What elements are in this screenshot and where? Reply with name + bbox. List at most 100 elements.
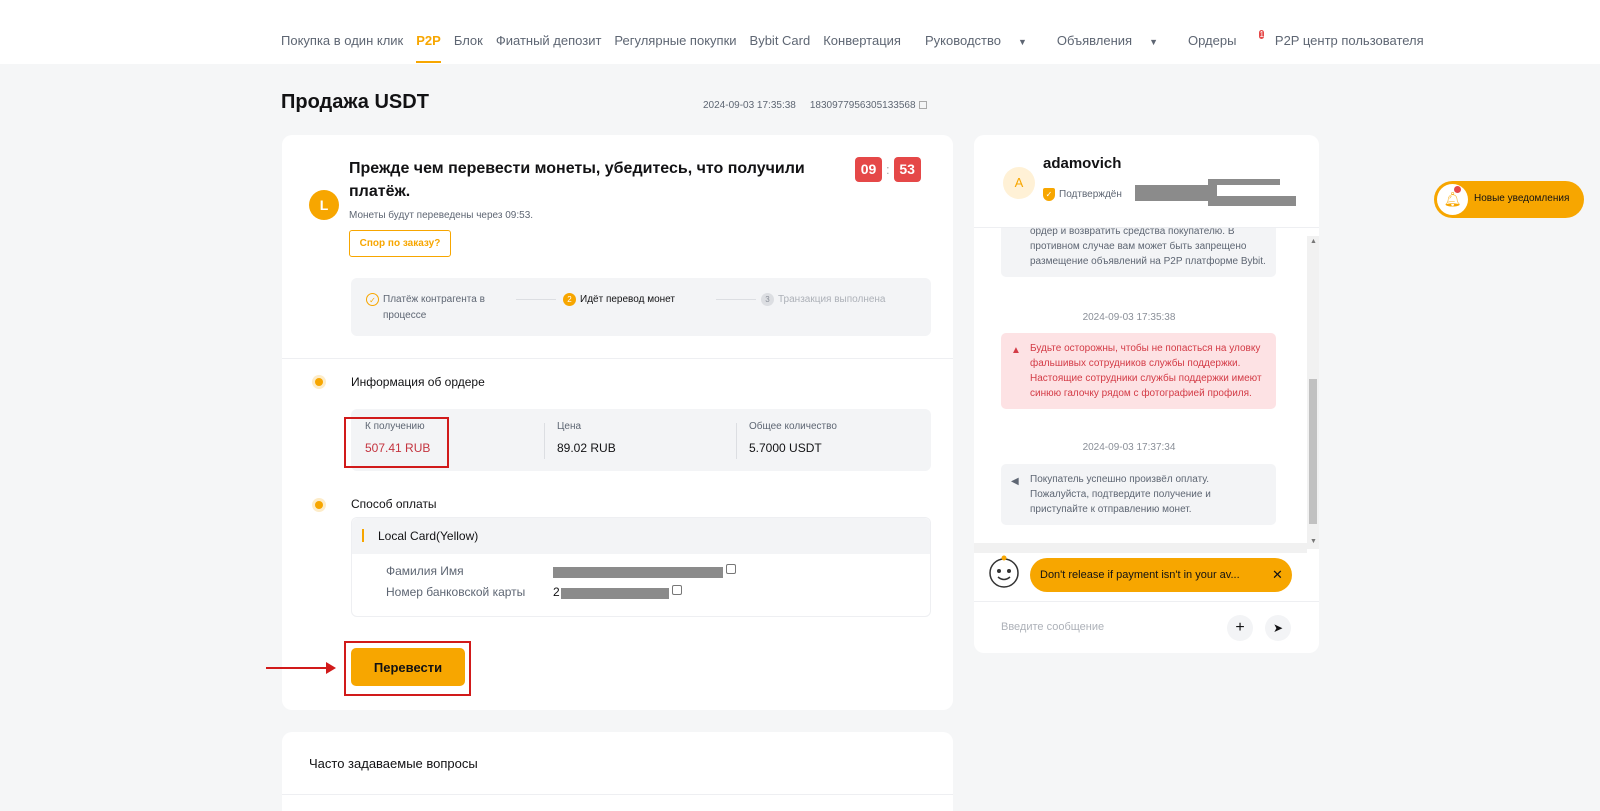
top-nav: Покупка в один клик P2P Блок Фиатный деп… [0, 0, 1600, 64]
faq-title: Часто задаваемые вопросы [309, 756, 478, 771]
system-message: ордер и возвратить средства покупателю. … [1001, 228, 1276, 277]
mascot-icon [989, 555, 1019, 588]
status-icon: L [309, 190, 339, 220]
progress-steps: ✓ Платёж контрагента в процессе 2 Идёт п… [351, 278, 931, 336]
attach-plus-button[interactable]: + [1227, 615, 1253, 641]
order-id: 1830977956305133568 [809, 100, 916, 111]
status-subline: Монеты будут переведены через 09:53. [349, 210, 534, 221]
nav-item-p2p[interactable]: P2P [416, 33, 441, 63]
order-datetime: 2024-09-03 17:35:38 [703, 100, 796, 111]
notification-dot [1454, 186, 1461, 193]
section-dot [315, 378, 323, 386]
info-divider [736, 423, 737, 459]
nav-right: Руководство ▼ Объявления ▼ Ордеры 1 P2P цен… [925, 30, 1439, 49]
scroll-thumb[interactable] [1309, 379, 1317, 524]
price-label: Цена [557, 421, 582, 432]
countdown-timer: 09 : 53 [855, 157, 921, 182]
order-info-title: Информация об ордере [351, 375, 485, 389]
message-text: Покупатель успешно произвёл оплату. Пожа… [1030, 474, 1211, 515]
caret-down-icon: ▼ [1149, 37, 1159, 47]
annotation-box-receive [344, 417, 449, 468]
close-icon[interactable]: ✕ [1272, 558, 1283, 592]
step-number-icon: 3 [761, 293, 774, 306]
timer-minutes: 09 [855, 157, 882, 182]
safety-tip: Don't release if payment isn't in your a… [1030, 558, 1292, 592]
redacted-info [1208, 196, 1296, 206]
step-transfer: 2 Идёт перевод монет [563, 292, 675, 308]
nav-item-block[interactable]: Блок [454, 33, 483, 48]
message-text: ордер и возвратить средства покупателю. … [1030, 228, 1266, 267]
nav-p2p-center[interactable]: P2P центр пользователя [1275, 33, 1424, 49]
nav-ads[interactable]: Объявления ▼ [1057, 33, 1173, 49]
verified-shield-icon: ✓ [1043, 188, 1055, 201]
copy-icon[interactable] [726, 564, 736, 574]
total-value: 5.7000 USDT [749, 441, 822, 455]
section-divider [282, 358, 953, 359]
annotation-box-transfer [344, 641, 471, 696]
message-timestamp: 2024-09-03 17:35:38 [1082, 312, 1176, 323]
redacted-info [1208, 179, 1280, 185]
nav-guide[interactable]: Руководство ▼ [925, 33, 1042, 49]
faq-card: Часто задаваемые вопросы [282, 732, 953, 811]
orders-badge: 1 [1259, 30, 1264, 39]
nav-item-one-click[interactable]: Покупка в один клик [281, 33, 403, 48]
dispute-button[interactable]: Спор по заказу? [349, 230, 451, 257]
accent-bar [362, 529, 364, 542]
scroll-up-icon[interactable]: ▲ [1310, 238, 1317, 245]
arrow-right-icon [326, 662, 336, 674]
nav-item-bybit-card[interactable]: Bybit Card [750, 33, 811, 48]
info-divider [544, 423, 545, 459]
price-col: Цена 89.02 RUB [557, 421, 616, 455]
payment-title: Способ оплаты [351, 497, 437, 511]
chat-panel: A adamovich ✓ Подтверждён ордер и возвра… [974, 135, 1319, 653]
copy-icon[interactable] [918, 101, 927, 110]
order-meta: 2024-09-03 17:35:38 1830977956305133568 [703, 100, 927, 111]
send-button[interactable]: ➤ [1265, 615, 1291, 641]
nav-item-convert[interactable]: Конвертация [823, 33, 901, 48]
step-complete: 3 Транзакция выполнена [761, 292, 885, 308]
payment-box: Local Card(Yellow) Фамилия Имя Номер бан… [351, 517, 931, 617]
bell-icon: 🔔︎ [1437, 184, 1468, 215]
nav-guide-label: Руководство [925, 33, 1001, 48]
copy-icon[interactable] [672, 585, 682, 595]
nav-left: Покупка в один клик P2P Блок Фиатный деп… [281, 33, 914, 63]
price-value: 89.02 RUB [557, 441, 616, 455]
order-card: L Прежде чем перевести монеты, убедитесь… [282, 135, 953, 710]
notifications-button[interactable]: 🔔︎ Новые уведомления [1434, 181, 1584, 218]
card-label: Номер банковской карты [386, 585, 526, 599]
avatar: A [1003, 167, 1035, 199]
nav-orders-label: Ордеры [1188, 33, 1237, 48]
message-timestamp: 2024-09-03 17:37:34 [1082, 442, 1176, 453]
warning-message: ▲ Будьте осторожны, чтобы не попасться н… [1001, 333, 1276, 409]
chat-messages[interactable]: ордер и возвратить средства покупателю. … [974, 228, 1319, 543]
order-id-wrap: 1830977956305133568 [810, 100, 927, 111]
counterparty-name[interactable]: adamovich [1043, 155, 1121, 172]
step-connector [716, 299, 756, 300]
nav-item-recurring[interactable]: Регулярные покупки [614, 33, 736, 48]
step-label: Платёж контрагента в процессе [383, 294, 485, 321]
nav-item-fiat-deposit[interactable]: Фиатный депозит [496, 33, 602, 48]
input-divider [974, 601, 1319, 602]
chat-horizontal-scrollbar[interactable] [974, 543, 1307, 553]
scroll-down-icon[interactable]: ▼ [1310, 538, 1317, 545]
step-label: Транзакция выполнена [778, 294, 886, 305]
megaphone-icon: ◀ [1011, 476, 1019, 487]
chat-scrollbar[interactable]: ▲ ▼ [1307, 236, 1319, 549]
section-dot [315, 501, 323, 509]
total-label: Общее количество [749, 421, 837, 432]
payment-method-name: Local Card(Yellow) [378, 529, 479, 543]
step-label: Идёт перевод монет [580, 294, 675, 305]
page-title: Продажа USDT [281, 91, 429, 113]
faq-divider [282, 794, 953, 795]
total-col: Общее количество 5.7000 USDT [749, 421, 837, 455]
nav-ads-label: Объявления [1056, 33, 1133, 48]
redacted-card-number [561, 588, 669, 599]
message-input[interactable]: Введите сообщение [1001, 621, 1104, 633]
warning-icon: ▲ [1011, 345, 1021, 356]
message-text: Будьте осторожны, чтобы не попасться на … [1030, 343, 1262, 399]
notifications-label: Новые уведомления [1474, 193, 1570, 204]
redacted-info [1135, 185, 1217, 201]
nav-orders[interactable]: Ордеры 1 [1188, 30, 1271, 49]
timer-seconds: 53 [893, 157, 921, 182]
payment-method-header: Local Card(Yellow) [352, 518, 930, 554]
